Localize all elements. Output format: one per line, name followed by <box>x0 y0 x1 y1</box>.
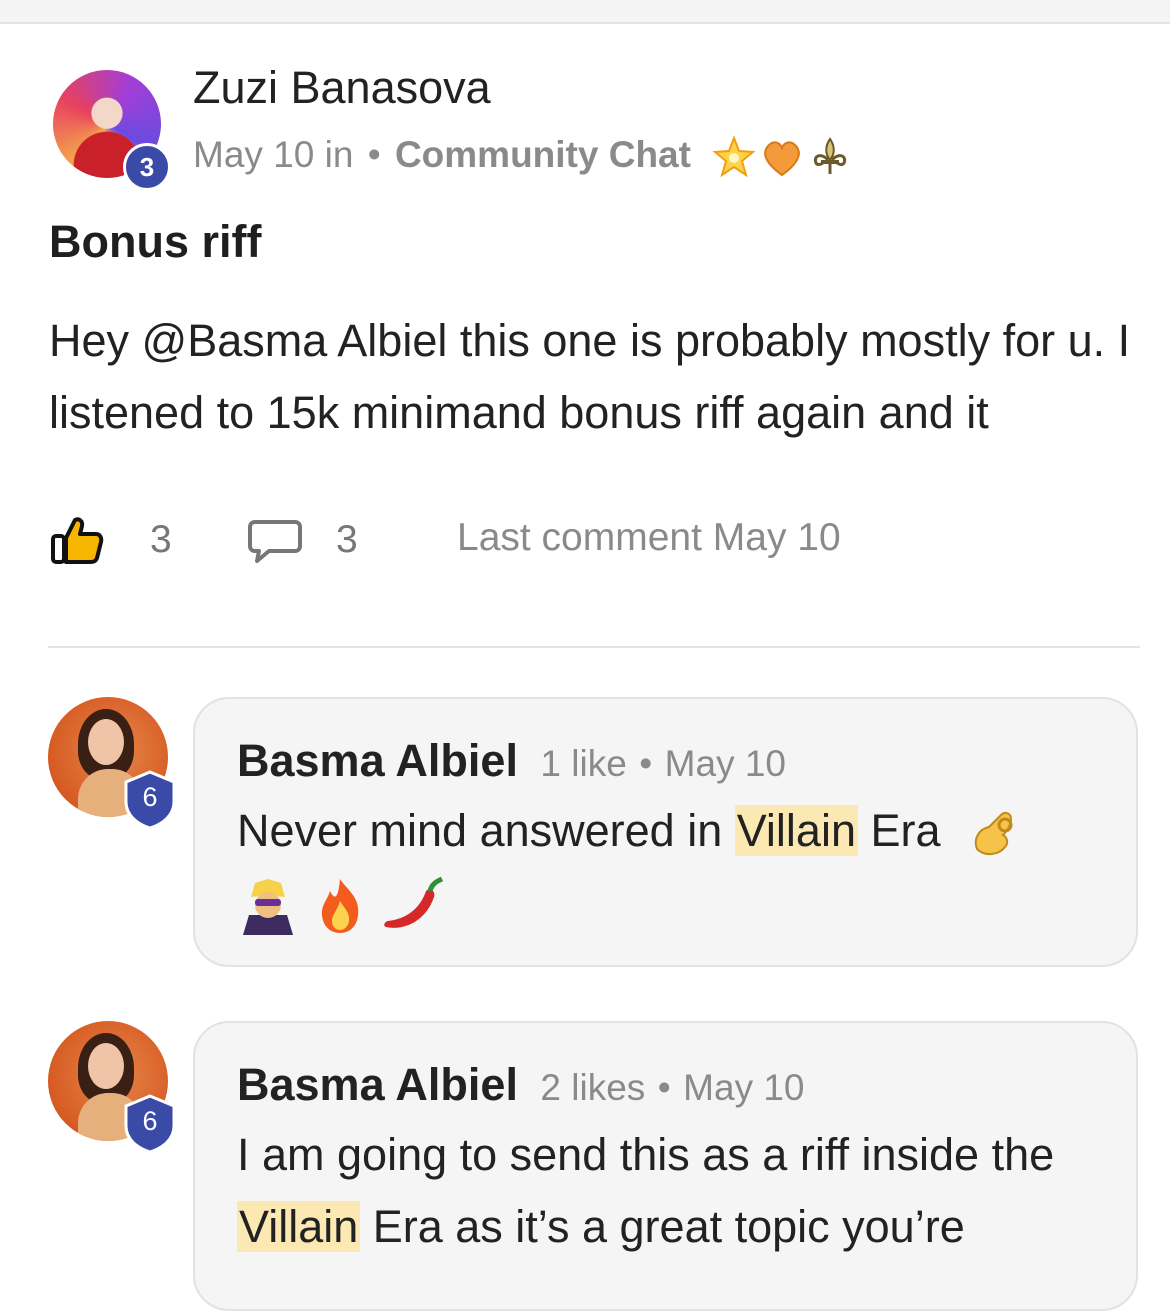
fire-icon <box>321 879 358 934</box>
comment-bubble: Basma Albiel 2 likes • May 10 I am going… <box>193 1021 1138 1311</box>
comment-text-part: Era <box>857 805 941 856</box>
like-count-text: 3 <box>150 518 172 561</box>
highlighted-keyword: Villain <box>237 1201 361 1252</box>
post-meta: May 10 in • Community Chat <box>193 134 853 180</box>
comment-button[interactable] <box>247 510 303 570</box>
comment-bubble-icon <box>248 520 302 563</box>
comment-text-part: Era as it’s a great topic you’re <box>360 1201 965 1252</box>
author-flair <box>711 134 853 180</box>
comment-author[interactable]: Basma Albiel <box>237 1059 518 1110</box>
comment-likes[interactable]: 1 like <box>540 743 626 784</box>
pinching-hand-icon <box>974 812 1013 856</box>
post-actions: 3 3 Last comment May 10 <box>49 510 1149 570</box>
thumbs-up-icon <box>51 517 104 564</box>
commenter-level-badge: 6 <box>123 770 177 830</box>
comment-meta-separator: • <box>657 1067 671 1108</box>
commenter-level-badge: 6 <box>123 1094 177 1154</box>
hot-pepper-icon <box>384 876 444 928</box>
comment-count: 3 <box>336 510 358 570</box>
commenter-level-number: 6 <box>142 1106 158 1136</box>
comment-header: Basma Albiel 1 like • May 10 <box>237 735 786 787</box>
last-comment-info: Last comment May 10 <box>457 516 841 559</box>
glowing-star-icon <box>712 135 756 178</box>
comment-likes[interactable]: 2 likes <box>540 1067 645 1108</box>
post-title[interactable]: Bonus riff <box>49 216 261 268</box>
comment-meta-separator: • <box>639 743 653 784</box>
orange-heart-icon <box>764 141 800 177</box>
comment-count-text: 3 <box>336 518 358 561</box>
comment-text: Never mind answered in Villain Era <box>237 795 1117 939</box>
top-divider <box>0 0 1170 24</box>
comment-bubble: Basma Albiel 1 like • May 10 Never mind … <box>193 697 1138 967</box>
comment-date: May 10 <box>683 1067 805 1108</box>
author-level-badge: 3 <box>123 143 171 191</box>
post-body[interactable]: Hey @Basma Albiel this one is probably m… <box>49 305 1149 449</box>
like-count: 3 <box>150 510 172 570</box>
comment-text-part: Never mind answered in <box>237 805 735 856</box>
highlighted-keyword: Villain <box>734 805 858 856</box>
commenter-level-number: 6 <box>142 782 158 812</box>
comment-author[interactable]: Basma Albiel <box>237 735 518 786</box>
author-name[interactable]: Zuzi Banasova <box>193 62 491 114</box>
comment-text-part: I am going to send this as a riff inside… <box>237 1129 1055 1180</box>
group-link[interactable]: Community Chat <box>395 134 691 175</box>
author-level-number: 3 <box>139 151 155 182</box>
meta-separator: • <box>367 134 381 175</box>
fleur-de-lis-icon <box>814 137 847 175</box>
comment-date: May 10 <box>664 743 787 784</box>
comment-header: Basma Albiel 2 likes • May 10 <box>237 1059 805 1111</box>
like-button[interactable] <box>49 510 105 570</box>
comment-text: I am going to send this as a riff inside… <box>237 1119 1097 1263</box>
post-date: May 10 in <box>193 134 354 175</box>
supervillain-icon <box>243 879 293 936</box>
comments-divider <box>48 646 1140 648</box>
